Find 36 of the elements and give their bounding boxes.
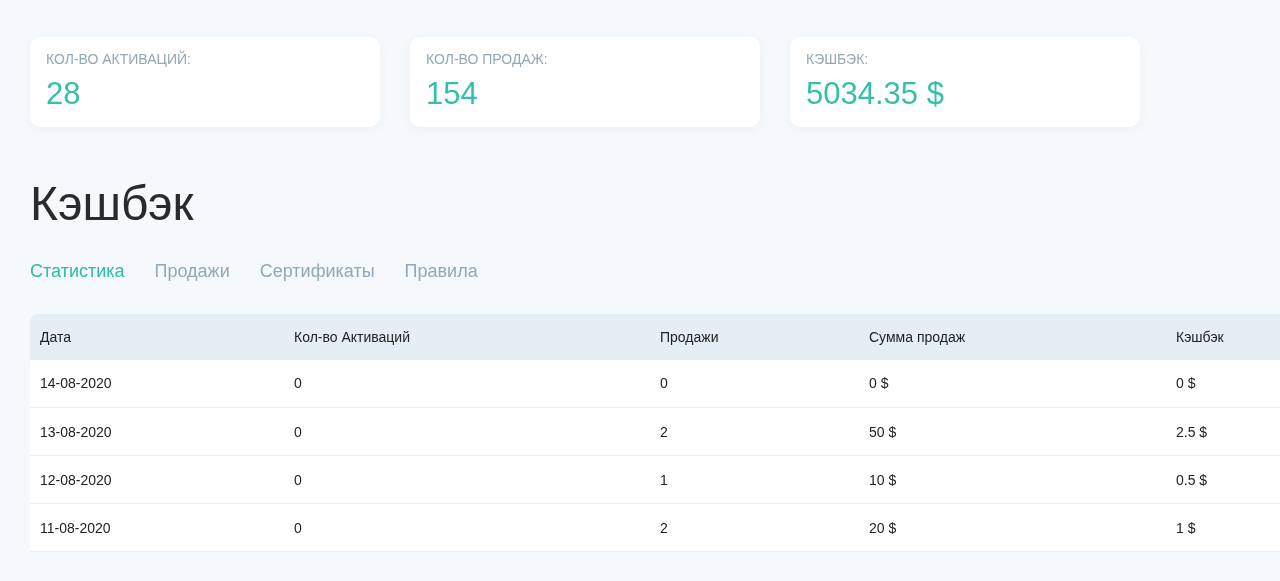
column-header: Сумма продаж <box>859 313 1166 360</box>
tab[interactable]: Сертификаты <box>259 260 375 282</box>
stat-label: КОЛ-ВО АКТИВАЦИЙ: <box>46 51 191 67</box>
tab[interactable]: Продажи <box>154 260 230 282</box>
table-cell: 50 $ <box>859 407 1166 456</box>
column-header: Продажи <box>650 313 859 360</box>
stat-value: 28 <box>46 76 81 112</box>
table-cell: 0.5 $ <box>1166 455 1280 504</box>
table-cell: 10 $ <box>859 455 1166 504</box>
column-header: Кэшбэк <box>1166 313 1280 360</box>
table-cell: 0 <box>284 359 650 408</box>
table-cell: 11-08-2020 <box>30 503 284 552</box>
stat-label: КОЛ-ВО ПРОДАЖ: <box>426 51 548 67</box>
table-cell: 2.5 $ <box>1166 407 1280 456</box>
table-cell: 0 <box>284 455 650 504</box>
table-cell: 0 <box>284 503 650 552</box>
table-cell: 20 $ <box>859 503 1166 552</box>
table-cell: 0 $ <box>859 359 1166 408</box>
column-header: Кол-во Активаций <box>284 313 650 360</box>
table-cell: 0 $ <box>1166 359 1280 408</box>
column-header: Дата <box>30 313 284 360</box>
tab[interactable]: Статистика <box>30 260 125 282</box>
table-cell: 2 <box>650 503 859 552</box>
table-cell: 12-08-2020 <box>30 455 284 504</box>
table-cell: 2 <box>650 407 859 456</box>
table-cell: 1 <box>650 455 859 504</box>
table-cell: 0 <box>284 407 650 456</box>
stat-value: 154 <box>426 76 478 112</box>
table-cell: 0 <box>650 359 859 408</box>
table-cell: 13-08-2020 <box>30 407 284 456</box>
table-cell: 14-08-2020 <box>30 359 284 408</box>
stat-value: 5034.35 $ <box>806 76 944 112</box>
stat-label: КЭШБЭК: <box>806 51 869 67</box>
page-title: Кэшбэк <box>30 176 194 232</box>
tab[interactable]: Правила <box>404 260 478 282</box>
table-cell: 1 $ <box>1166 503 1280 552</box>
